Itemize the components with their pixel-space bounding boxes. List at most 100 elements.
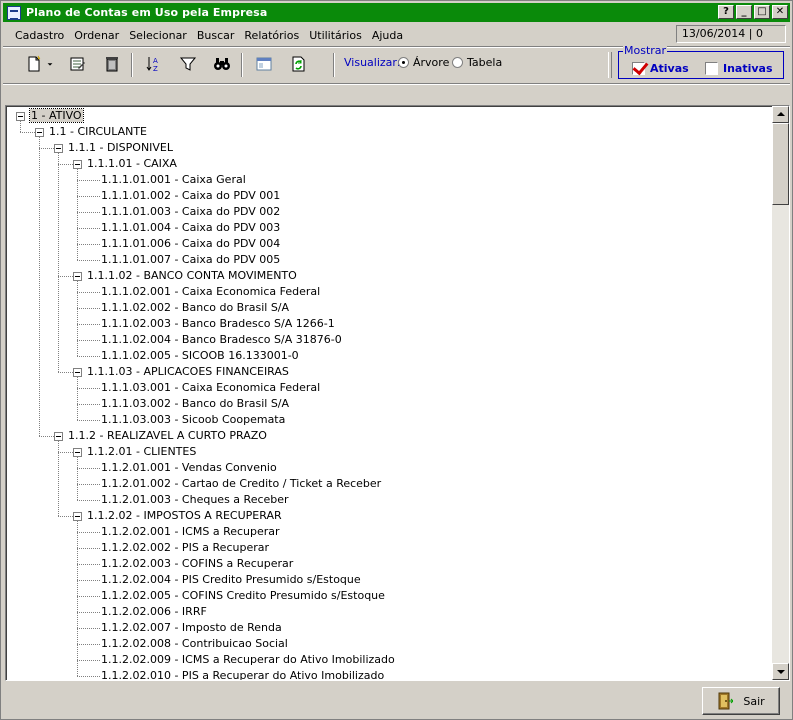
help-button[interactable]: ?: [718, 5, 734, 19]
tree-node[interactable]: 1.1.2.02.008 - Contribuicao Social: [101, 636, 288, 652]
tree-node[interactable]: 1 - ATIVO: [29, 108, 84, 124]
tree-node[interactable]: 1.1.2.02.001 - ICMS a Recuperar: [101, 524, 280, 540]
tree-node[interactable]: 1.1.2.02.003 - COFINS a Recuperar: [101, 556, 293, 572]
ativas-label: Ativas: [650, 62, 689, 75]
sair-button[interactable]: Sair: [702, 687, 780, 715]
tree-node[interactable]: 1.1.1.03.003 - Sicoob Coopemata: [101, 412, 285, 428]
tree-node-label: 1.1.1.01 - CAIXA: [87, 157, 177, 170]
collapse-icon[interactable]: [54, 144, 63, 153]
tree-node[interactable]: 1.1.2.02.009 - ICMS a Recuperar do Ativo…: [101, 652, 395, 668]
close-button[interactable]: ✕: [772, 5, 788, 19]
tree-node[interactable]: 1.1.1.02.005 - SICOOB 16.133001-0: [101, 348, 299, 364]
sort-az-icon[interactable]: AZ: [143, 53, 165, 75]
maximize-button[interactable]: □: [754, 5, 770, 19]
tree-node[interactable]: 1.1.2.02.007 - Imposto de Renda: [101, 620, 282, 636]
tree-node[interactable]: 1.1.1.02 - BANCO CONTA MOVIMENTO: [87, 268, 297, 284]
title-bar[interactable]: Plano de Contas em Uso pela Empresa ? _ …: [3, 3, 790, 22]
tree-node[interactable]: 1.1.2.02.002 - PIS a Recuperar: [101, 540, 269, 556]
filter-icon[interactable]: [177, 53, 199, 75]
tree-node-label: 1 - ATIVO: [29, 108, 84, 123]
tree-node[interactable]: 1.1.2.01.001 - Vendas Convenio: [101, 460, 277, 476]
binoculars-icon[interactable]: [211, 53, 233, 75]
tree-node-label: 1.1.2.02.002 - PIS a Recuperar: [101, 541, 270, 554]
minimize-button[interactable]: _: [736, 5, 752, 19]
tree-node[interactable]: 1.1 - CIRCULANTE: [49, 124, 147, 140]
tree-node[interactable]: 1.1.1.02.001 - Caixa Economica Federal: [101, 284, 320, 300]
menu-buscar[interactable]: Buscar: [192, 29, 240, 42]
tree-node[interactable]: 1.1.1.02.002 - Banco do Brasil S/A: [101, 300, 289, 316]
tree-node[interactable]: 1.1.1 - DISPONIVEL: [68, 140, 173, 156]
bottom-bar: Sair: [3, 683, 790, 719]
tree-node[interactable]: 1.1.2.01.002 - Cartao de Credito / Ticke…: [101, 476, 381, 492]
tree-connector: [58, 153, 59, 372]
ativas-checkbox[interactable]: Ativas: [632, 62, 689, 75]
menu-selecionar[interactable]: Selecionar: [124, 29, 192, 42]
checkmark-icon: [632, 62, 645, 75]
dropdown-arrow-icon[interactable]: [43, 53, 57, 75]
menu-relatorios[interactable]: Relatórios: [239, 29, 304, 42]
collapse-icon[interactable]: [16, 112, 25, 121]
tree-node-label: 1.1.1.03.003 - Sicoob Coopemata: [101, 413, 286, 426]
collapse-icon[interactable]: [73, 368, 82, 377]
collapse-icon[interactable]: [35, 128, 44, 137]
collapse-icon[interactable]: [73, 160, 82, 169]
tree-node-label: 1.1.1.02.004 - Banco Bradesco S/A 31876-…: [101, 333, 342, 346]
tree-node[interactable]: 1.1.2.02.006 - IRRF: [101, 604, 207, 620]
tree-connector: [39, 148, 54, 149]
tree-node[interactable]: 1.1.1.02.004 - Banco Bradesco S/A 31876-…: [101, 332, 342, 348]
collapse-icon[interactable]: [73, 512, 82, 521]
inativas-checkbox[interactable]: Inativas: [705, 62, 773, 75]
menu-ajuda[interactable]: Ajuda: [367, 29, 408, 42]
collapse-icon[interactable]: [54, 432, 63, 441]
tree-connector: [77, 580, 100, 581]
window-icon[interactable]: [253, 53, 275, 75]
scroll-up-button[interactable]: [772, 106, 789, 123]
main-window: Plano de Contas em Uso pela Empresa ? _ …: [0, 0, 793, 720]
tree-node[interactable]: 1.1.1.01.006 - Caixa do PDV 004: [101, 236, 280, 252]
tree-connector: [77, 356, 100, 357]
tree-node[interactable]: 1.1.2.02.004 - PIS Credito Presumido s/E…: [101, 572, 361, 588]
tree-node[interactable]: 1.1.2.02 - IMPOSTOS A RECUPERAR: [87, 508, 282, 524]
tree-node-label: 1.1 - CIRCULANTE: [49, 125, 148, 138]
refresh-icon[interactable]: [287, 53, 309, 75]
scroll-down-button[interactable]: [772, 663, 789, 680]
tree-node-label: 1.1.1.02.002 - Banco do Brasil S/A: [101, 301, 290, 314]
tree-node-label: 1.1.2.02.008 - Contribuicao Social: [101, 637, 288, 650]
tree-node[interactable]: 1.1.1.01.007 - Caixa do PDV 005: [101, 252, 280, 268]
tree-node[interactable]: 1.1.1.01.001 - Caixa Geral: [101, 172, 246, 188]
tree-node-label: 1.1.1.03 - APLICACOES FINANCEIRAS: [87, 365, 289, 378]
tree-connector: [58, 276, 73, 277]
view-arvore-radio[interactable]: Árvore: [398, 56, 449, 69]
tree-node[interactable]: 1.1.2.01.003 - Cheques a Receber: [101, 492, 289, 508]
view-tabela-radio[interactable]: Tabela: [452, 56, 502, 69]
tree-connector: [58, 372, 73, 373]
menu-cadastro[interactable]: Cadastro: [3, 29, 69, 42]
collapse-icon[interactable]: [73, 272, 82, 281]
edit-icon[interactable]: [66, 53, 88, 75]
tree-node[interactable]: 1.1.1.03.001 - Caixa Economica Federal: [101, 380, 320, 396]
collapse-icon[interactable]: [73, 448, 82, 457]
toolbar-grip: [608, 52, 612, 78]
trash-icon[interactable]: [101, 53, 123, 75]
tree-node[interactable]: 1.1.1.03 - APLICACOES FINANCEIRAS: [87, 364, 289, 380]
tree-node[interactable]: 1.1.1.03.002 - Banco do Brasil S/A: [101, 396, 289, 412]
svg-text:Z: Z: [153, 65, 158, 73]
tree-node[interactable]: 1.1.2.01 - CLIENTES: [87, 444, 196, 460]
tree-node[interactable]: 1.1.1.01.002 - Caixa do PDV 001: [101, 188, 280, 204]
tree-node[interactable]: 1.1.2.02.010 - PIS a Recuperar do Ativo …: [101, 668, 384, 680]
account-tree[interactable]: 1 - ATIVO 1.1 - CIRCULANTE 1.1.1 - DISPONI…: [6, 106, 772, 680]
tree-node-label: 1.1.1.03.001 - Caixa Economica Federal: [101, 381, 321, 394]
menu-utilitarios[interactable]: Utilitários: [304, 29, 367, 42]
tree-node[interactable]: 1.1.2 - REALIZAVEL A CURTO PRAZO: [68, 428, 267, 444]
tree-node-label: 1.1.2.02.010 - PIS a Recuperar do Ativo …: [101, 669, 385, 680]
tree-node[interactable]: 1.1.1.02.003 - Banco Bradesco S/A 1266-1: [101, 316, 335, 332]
menu-ordenar[interactable]: Ordenar: [69, 29, 124, 42]
tree-node[interactable]: 1.1.1.01 - CAIXA: [87, 156, 177, 172]
vertical-scrollbar[interactable]: [772, 106, 789, 680]
new-icon[interactable]: [23, 53, 45, 75]
view-arvore-label: Árvore: [413, 56, 450, 69]
scroll-thumb[interactable]: [772, 123, 789, 205]
tree-node[interactable]: 1.1.2.02.005 - COFINS Credito Presumido …: [101, 588, 385, 604]
tree-node[interactable]: 1.1.1.01.004 - Caixa do PDV 003: [101, 220, 280, 236]
tree-node[interactable]: 1.1.1.01.003 - Caixa do PDV 002: [101, 204, 280, 220]
